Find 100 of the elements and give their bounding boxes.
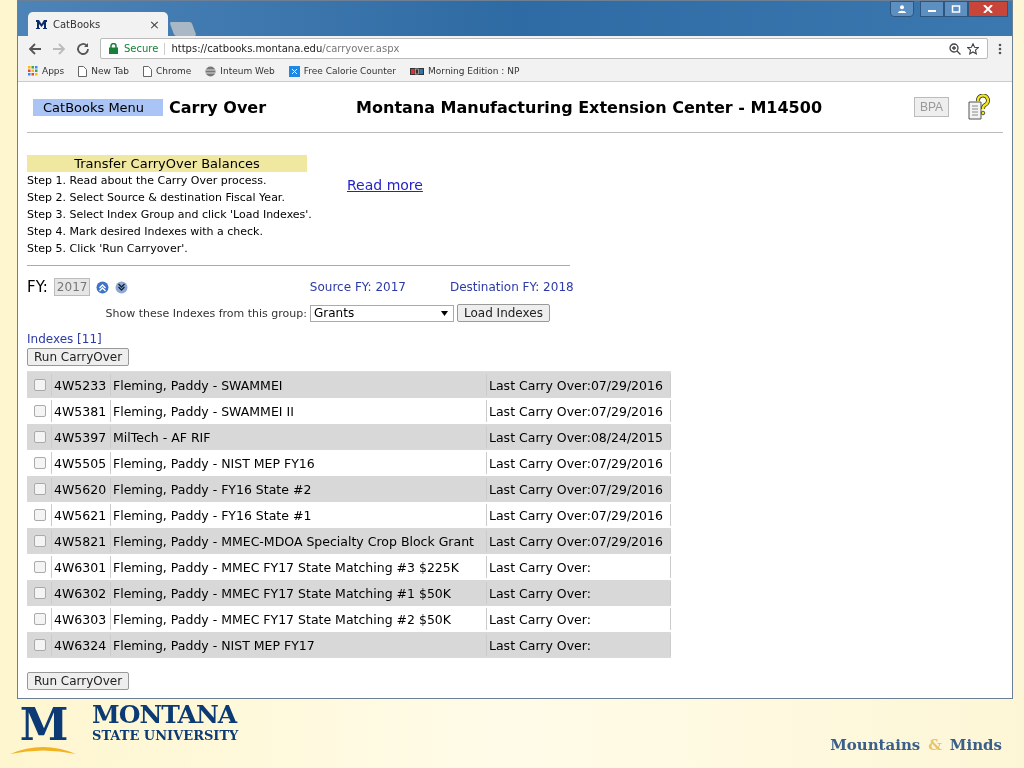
- tagline-word: Minds: [949, 736, 1002, 754]
- page-icon: [143, 65, 152, 77]
- run-carryover-button[interactable]: Run CarryOver: [27, 672, 130, 690]
- decrease-icon[interactable]: [114, 280, 128, 294]
- user-button[interactable]: [890, 1, 914, 17]
- step-text: Step 5. Click 'Run Carryover'.: [27, 241, 188, 257]
- row-checkbox[interactable]: [34, 457, 46, 469]
- step-text: Step 3. Select Index Group and click 'Load Indexes'.: [27, 207, 312, 223]
- index-code-cell: 4W5620: [51, 478, 110, 500]
- row-checkbox[interactable]: [34, 639, 46, 651]
- row-checkbox[interactable]: [34, 431, 46, 443]
- bookmark[interactable]: Chrome: [143, 65, 192, 77]
- close-icon: [983, 5, 993, 13]
- row-checkbox[interactable]: [34, 535, 46, 547]
- logo-letter: M: [18, 702, 70, 748]
- index-code-cell: 4W6301: [51, 556, 110, 578]
- index-code-cell: 4W5397: [51, 426, 110, 448]
- back-icon[interactable]: [28, 41, 42, 56]
- run-carryover-button[interactable]: Run CarryOver: [27, 348, 130, 366]
- group-select[interactable]: Grants: [310, 304, 454, 322]
- row-checkbox[interactable]: [34, 587, 46, 599]
- zoom-icon[interactable]: [949, 42, 961, 55]
- last-carryover-cell: Last Carry Over:07/29/2016: [486, 452, 671, 474]
- radio-icon: [410, 67, 425, 75]
- apps-grid-icon: [28, 66, 38, 76]
- index-name-cell: MilTech - AF RIF: [110, 426, 486, 448]
- lock-icon: [109, 43, 118, 54]
- row-checkbox[interactable]: [34, 509, 46, 521]
- browser-tab[interactable]: CatBooks ×: [28, 12, 168, 36]
- last-carryover-cell: Last Carry Over:07/29/2016: [486, 400, 671, 422]
- page-title: Carry Over: [169, 97, 267, 117]
- new-tab-button[interactable]: [169, 22, 197, 36]
- maximize-button[interactable]: [944, 1, 968, 17]
- minimize-button[interactable]: [920, 1, 944, 17]
- last-carryover-cell: Last Carry Over:: [486, 634, 671, 656]
- index-name-cell: Fleming, Paddy - MMEC FY17 State Matching #1 $50K: [110, 582, 486, 604]
- index-code-cell: 4W6324: [51, 634, 110, 656]
- forward-icon[interactable]: [52, 41, 66, 56]
- page-icon: [78, 65, 88, 77]
- close-button[interactable]: [968, 1, 1008, 17]
- reload-icon[interactable]: [76, 41, 90, 56]
- index-code-cell: 4W5821: [51, 530, 110, 552]
- load-indexes-button[interactable]: Load Indexes: [457, 304, 550, 322]
- bookmark[interactable]: Morning Edition : NP: [410, 66, 520, 76]
- user-icon: [897, 5, 907, 13]
- index-name-cell: Fleming, Paddy - FY16 State #1: [110, 504, 486, 526]
- index-name-cell: Fleming, Paddy - SWAMMEI II: [110, 400, 486, 422]
- index-code-cell: 4W5505: [51, 452, 110, 474]
- read-more-link[interactable]: Read more: [347, 177, 423, 195]
- last-carryover-cell: Last Carry Over:07/29/2016: [486, 530, 671, 552]
- tagline-word: &: [928, 736, 942, 754]
- row-checkbox[interactable]: [34, 405, 46, 417]
- bookmark[interactable]: Apps: [28, 66, 65, 76]
- secure-label: Secure: [124, 43, 159, 54]
- menu-link[interactable]: CatBooks Menu: [33, 98, 163, 116]
- fy-label: FY:: [27, 278, 48, 296]
- last-carryover-cell: Last Carry Over:08/24/2015: [486, 426, 671, 448]
- step-text: Step 2. Select Source & destination Fiscal Year.: [27, 190, 285, 206]
- source-fy-text: Source FY: 2017: [309, 280, 406, 294]
- address-bar[interactable]: Secure https://catbooks.montana.edu/carryover.aspx: [100, 38, 988, 59]
- index-name-cell: Fleming, Paddy - NIST MEP FY17: [110, 634, 486, 656]
- org-title: Montana Manufacturing Extension Center - M14500: [356, 97, 822, 117]
- help-document-icon[interactable]: [967, 94, 991, 120]
- index-name-cell: Fleming, Paddy - MMEC-MDOA Specialty Crop Block Grant: [110, 530, 486, 552]
- section-heading: Transfer CarryOver Balances: [27, 155, 307, 172]
- bookmark[interactable]: New Tab: [78, 65, 129, 77]
- row-checkbox[interactable]: [34, 613, 46, 625]
- index-name-cell: Fleming, Paddy - FY16 State #2: [110, 478, 486, 500]
- last-carryover-cell: Last Carry Over:07/29/2016: [486, 504, 671, 526]
- logo-swoosh-icon: [10, 744, 76, 754]
- url-text: https://catbooks.montana.edu/carryover.aspx: [171, 43, 400, 54]
- star-icon[interactable]: [967, 42, 979, 55]
- index-code-cell: 4W6302: [51, 582, 110, 604]
- tagline-word: Mountains: [830, 736, 921, 754]
- destination-fy-text: Destination FY: 2018: [449, 280, 574, 294]
- menu-icon[interactable]: [998, 42, 1002, 55]
- bookmark[interactable]: Inteum Web: [205, 65, 275, 77]
- index-code-cell: 4W5621: [51, 504, 110, 526]
- index-code-cell: 4W6303: [51, 608, 110, 630]
- globe-icon: [205, 65, 217, 77]
- app-icon: [288, 65, 300, 77]
- row-checkbox[interactable]: [34, 379, 46, 391]
- step-text: Step 1. Read about the Carry Over process.: [27, 173, 267, 189]
- index-code-cell: 4W5381: [51, 400, 110, 422]
- index-name-cell: Fleming, Paddy - NIST MEP FY16: [110, 452, 486, 474]
- group-label: Show these Indexes from this group:: [104, 306, 307, 320]
- row-checkbox[interactable]: [34, 561, 46, 573]
- last-carryover-cell: Last Carry Over:: [486, 582, 671, 604]
- index-name-cell: Fleming, Paddy - MMEC FY17 State Matching #3 $225K: [110, 556, 486, 578]
- indexes-count: Indexes [11]: [27, 332, 103, 346]
- index-name-cell: Fleming, Paddy - MMEC FY17 State Matching #2 $50K: [110, 608, 486, 630]
- index-name-cell: Fleming, Paddy - SWAMMEI: [110, 374, 486, 396]
- bookmark[interactable]: Free Calorie Counter: [288, 65, 397, 77]
- last-carryover-cell: Last Carry Over:07/29/2016: [486, 374, 671, 396]
- close-tab-button[interactable]: ×: [149, 16, 160, 32]
- row-checkbox[interactable]: [34, 483, 46, 495]
- increase-icon[interactable]: [95, 280, 109, 294]
- maximize-icon: [951, 5, 961, 13]
- favicon-icon: [36, 18, 47, 30]
- last-carryover-cell: Last Carry Over:: [486, 556, 671, 578]
